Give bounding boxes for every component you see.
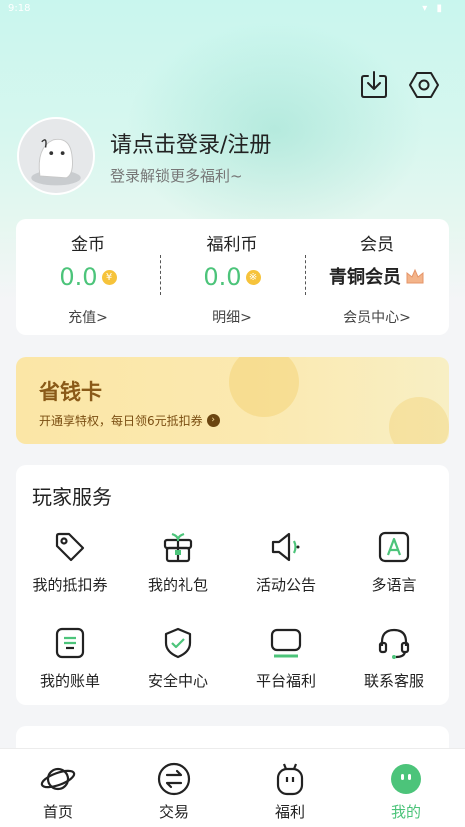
details-link[interactable]: 明细> (160, 307, 304, 327)
service-announcements[interactable]: 活动公告 (232, 529, 340, 609)
profile-face-icon (388, 761, 424, 797)
service-languages[interactable]: 多语言 (340, 529, 448, 609)
platform-icon (268, 625, 304, 661)
stat-value-row: 0.0 ¥ (16, 263, 160, 291)
gold-coin-icon: ¥ (101, 269, 117, 285)
language-icon (376, 529, 412, 565)
service-label: 活动公告 (255, 576, 316, 594)
service-security-center[interactable]: 安全中心 (124, 625, 232, 705)
coupon-tag-icon (52, 529, 88, 565)
service-my-gifts[interactable]: 我的礼包 (124, 529, 232, 609)
service-label: 联系客服 (363, 672, 424, 690)
nav-label: 福利 (274, 803, 305, 821)
status-icons: ▾ ▮ (422, 3, 445, 14)
stat-gold-coins[interactable]: 金币 0.0 ¥ 充值> (16, 219, 160, 335)
service-my-bills[interactable]: 我的账单 (16, 625, 124, 705)
stat-label: 会员 (360, 235, 394, 255)
stat-membership[interactable]: 会员 青铜会员 会员中心> (305, 219, 449, 335)
saving-card-subtitle-row: 开通享特权，每日领6元抵扣券 › (39, 412, 220, 429)
stat-welfare-coins[interactable]: 福利币 0.0 ※ 明细> (160, 219, 304, 335)
nav-mine[interactable]: 我的 (348, 749, 464, 827)
status-time: 9:18 (8, 3, 31, 14)
headset-icon (376, 625, 412, 661)
welfare-icon (272, 761, 308, 797)
planet-icon (40, 761, 76, 797)
service-customer-support[interactable]: 联系客服 (340, 625, 448, 705)
player-services-card: 玩家服务 我的抵扣券 我的礼包 活动公告 多语言 我的账单 安全中心 平台福利 … (16, 465, 449, 705)
stat-value-row: 0.0 ※ (160, 263, 304, 291)
status-bar: 9:18 ▾ ▮ (0, 0, 465, 20)
service-label: 多语言 (371, 576, 417, 594)
service-label: 我的账单 (39, 672, 100, 690)
login-title[interactable]: 请点击登录/注册 (110, 127, 271, 159)
nav-home[interactable]: 首页 (0, 749, 116, 827)
crown-icon (406, 268, 424, 284)
bill-icon (52, 625, 88, 661)
membership-level: 青铜会员 (329, 267, 401, 288)
stat-label: 福利币 (206, 235, 258, 255)
login-subtitle: 登录解锁更多福利~ (110, 167, 243, 185)
bottom-navigation: 首页 交易 福利 我的 (0, 748, 465, 827)
gift-icon (160, 529, 196, 565)
recharge-link[interactable]: 充值> (16, 307, 160, 327)
stat-value: 0.0 (59, 263, 98, 291)
assets-card: 金币 0.0 ¥ 充值> 福利币 0.0 ※ 明细> 会员 青铜会员 会员中心> (16, 219, 449, 335)
stat-value-row: 青铜会员 (305, 263, 449, 289)
service-platform-welfare[interactable]: 平台福利 (232, 625, 340, 705)
saving-card-title: 省钱卡 (39, 380, 102, 404)
nav-trade[interactable]: 交易 (116, 749, 232, 827)
nav-label: 我的 (390, 803, 421, 821)
member-center-link[interactable]: 会员中心> (305, 307, 449, 327)
service-label: 平台福利 (255, 672, 316, 690)
settings-hex-icon[interactable] (407, 68, 441, 102)
avatar[interactable] (17, 117, 95, 195)
service-my-coupons[interactable]: 我的抵扣券 (16, 529, 124, 609)
service-label: 安全中心 (147, 672, 208, 690)
service-label: 我的抵扣券 (32, 576, 108, 594)
download-icon[interactable] (357, 68, 391, 102)
chevron-right-icon: › (206, 414, 220, 427)
service-label: 我的礼包 (147, 576, 208, 594)
stat-label: 金币 (71, 235, 105, 255)
section-title: 玩家服务 (32, 485, 112, 509)
speaker-icon (268, 529, 304, 565)
coin-decoration (229, 357, 299, 417)
nav-welfare[interactable]: 福利 (232, 749, 348, 827)
nav-label: 首页 (42, 803, 73, 821)
coin-decoration (389, 397, 449, 444)
welfare-coin-icon: ※ (245, 269, 261, 285)
shield-icon (160, 625, 196, 661)
saving-card-banner[interactable]: 省钱卡 开通享特权，每日领6元抵扣券 › (16, 357, 449, 444)
saving-card-subtitle: 开通享特权，每日领6元抵扣券 (39, 414, 203, 428)
nav-label: 交易 (158, 803, 189, 821)
exchange-icon (156, 761, 192, 797)
stat-value: 0.0 (203, 263, 242, 291)
